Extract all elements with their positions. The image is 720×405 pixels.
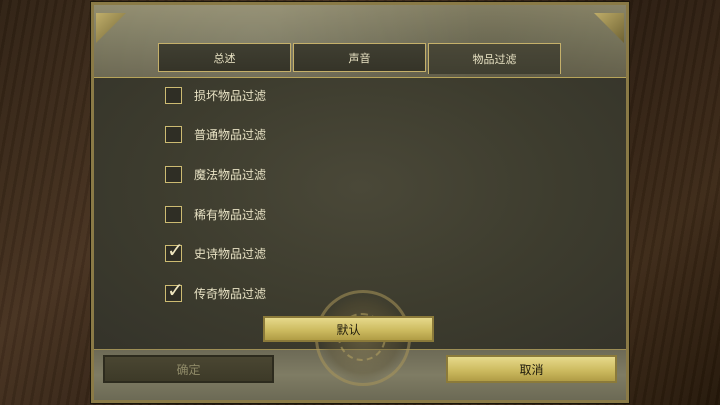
filter-checkbox[interactable]: ✓ (165, 280, 184, 302)
cancel-button-label: 取消 (519, 362, 544, 377)
tab-label: 物品过滤 (472, 53, 517, 66)
filter-checkbox[interactable] (165, 205, 182, 223)
default-button[interactable]: 默认 (263, 316, 434, 342)
filter-label: 普通物品过滤 (194, 127, 267, 142)
default-button-label: 默认 (336, 322, 361, 337)
check-mark-icon: ✓ (167, 277, 184, 302)
filter-checkbox[interactable] (165, 86, 182, 104)
tab-label: 声音 (348, 51, 371, 65)
filter-checkbox[interactable] (165, 165, 182, 183)
filter-option-magic[interactable]: 魔法物品过滤 (165, 164, 266, 184)
filter-checkbox[interactable] (165, 125, 182, 143)
filter-option-normal[interactable]: 普通物品过滤 (165, 124, 266, 144)
ok-button-label: 确定 (176, 362, 201, 377)
filter-checkbox[interactable]: ✓ (165, 240, 184, 262)
tab-bar: 总述 声音 物品过滤 (158, 43, 561, 74)
tab-sound[interactable]: 声音 (293, 43, 426, 72)
filter-label: 损坏物品过滤 (194, 88, 267, 103)
filter-label: 传奇物品过滤 (194, 286, 267, 301)
filter-option-rare[interactable]: 稀有物品过滤 (165, 204, 266, 224)
filter-label: 稀有物品过滤 (194, 207, 267, 222)
filter-label: 魔法物品过滤 (194, 167, 267, 182)
check-mark-icon: ✓ (167, 237, 184, 262)
filter-label: 史诗物品过滤 (194, 246, 267, 261)
filter-option-legendary[interactable]: ✓ 传奇物品过滤 (165, 280, 267, 303)
tab-label: 总述 (213, 51, 236, 65)
tab-overview[interactable]: 总述 (158, 43, 291, 72)
cancel-button[interactable]: 取消 (446, 355, 617, 383)
ok-button: 确定 (103, 355, 274, 383)
filter-option-broken[interactable]: 损坏物品过滤 (165, 85, 266, 105)
filter-option-epic[interactable]: ✓ 史诗物品过滤 (165, 240, 267, 263)
tab-item-filter[interactable]: 物品过滤 (428, 43, 561, 74)
